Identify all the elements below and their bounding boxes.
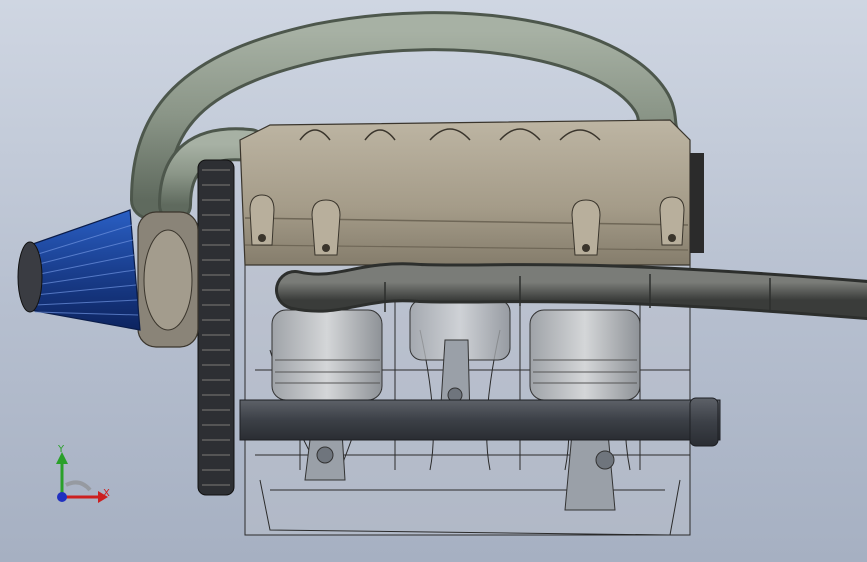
engine-assembly-view[interactable]: X Y (0, 0, 867, 562)
cylinder-head[interactable] (239, 119, 704, 266)
head-bolt-left-inner (311, 199, 341, 256)
crankshaft[interactable] (239, 397, 721, 447)
cad-viewport[interactable]: X Y (0, 0, 867, 562)
timing-belt[interactable] (197, 159, 235, 496)
triad-x-label: X (103, 488, 110, 499)
head-bolt-left-outer (249, 194, 275, 246)
triad-y-label: Y (57, 444, 65, 455)
head-bolt-right-inner (571, 199, 601, 256)
air-filter[interactable] (17, 209, 141, 331)
piston-left[interactable] (271, 309, 383, 401)
coordinate-triad: X Y (56, 444, 110, 503)
head-bolt-right-outer (659, 196, 685, 246)
throttle-body[interactable] (137, 211, 199, 348)
piston-right[interactable] (529, 309, 641, 401)
z-axis-marker (57, 492, 67, 502)
